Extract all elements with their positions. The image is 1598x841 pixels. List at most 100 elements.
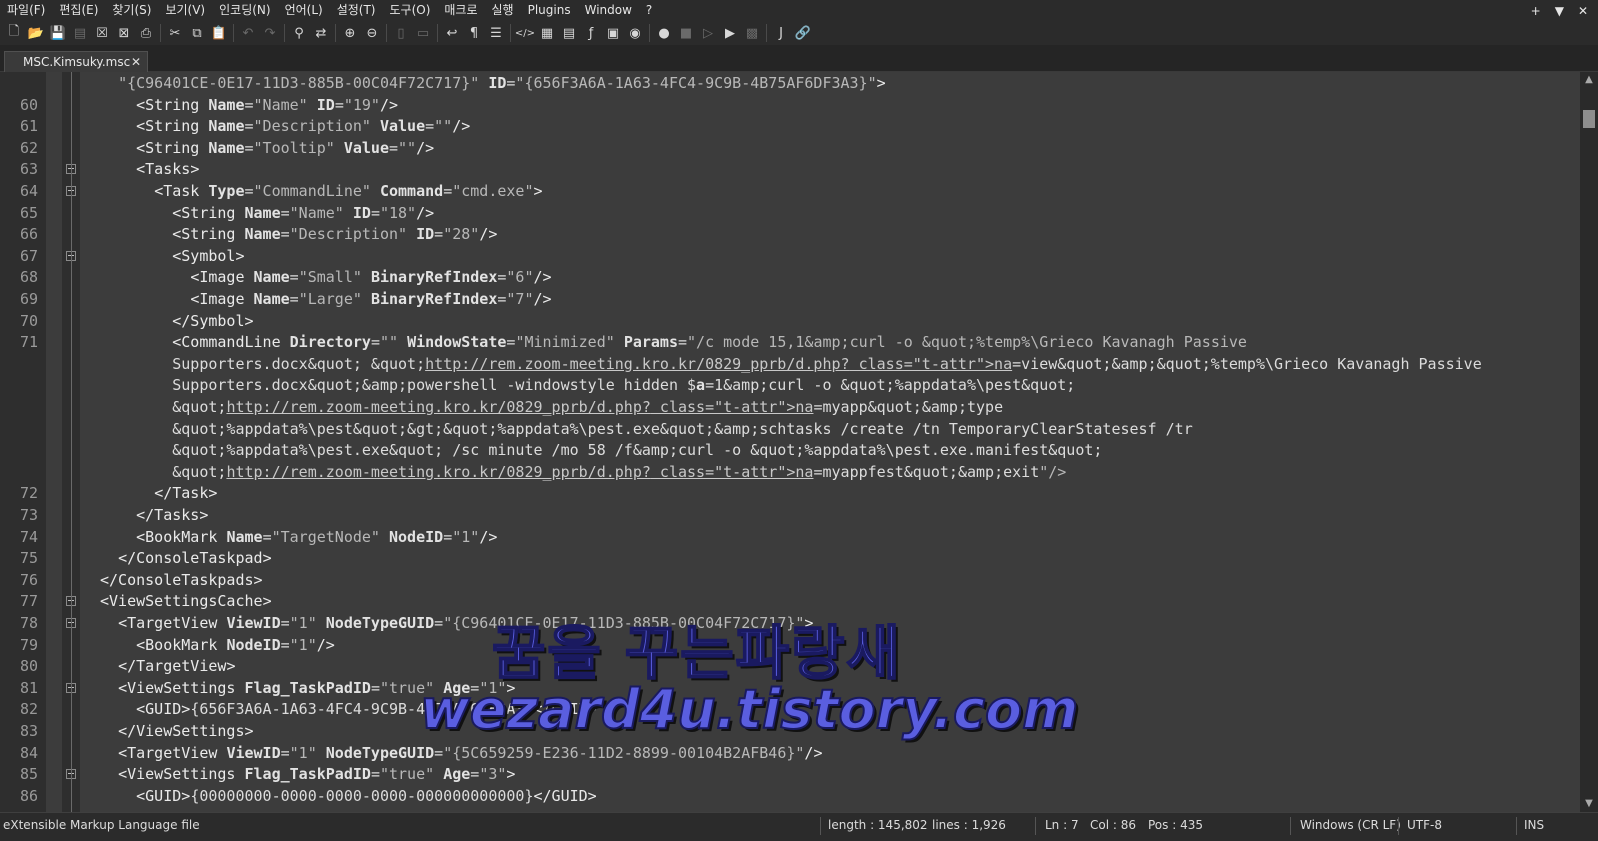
line-number: 60 <box>19 95 38 114</box>
toolbar-separator <box>510 24 511 42</box>
code-line[interactable]: &quot;http://rem.zoom-meeting.kro.kr/082… <box>0 396 1580 418</box>
paste-icon[interactable]: 📋 <box>208 22 230 44</box>
code-line[interactable]: 63 <Tasks> <box>0 158 1580 180</box>
code-line[interactable]: 69 <Image Name="Large" BinaryRefIndex="7… <box>0 288 1580 310</box>
code-line[interactable]: 61 <String Name="Description" Value=""/> <box>0 115 1580 137</box>
menu-item[interactable]: Plugins <box>521 0 578 21</box>
sync-horizontal-icon[interactable]: ▭ <box>412 22 434 44</box>
code-line[interactable]: 75 </ConsoleTaskpad> <box>0 547 1580 569</box>
tab-msc-kimsuky[interactable]: MSC.Kimsuky.msc ✕ <box>4 51 148 72</box>
code-line[interactable]: 71 <CommandLine Directory="" WindowState… <box>0 331 1580 353</box>
xml-tag-icon[interactable]: </> <box>514 22 536 44</box>
status-divider <box>820 817 821 835</box>
redo-icon[interactable]: ↷ <box>259 22 281 44</box>
link-icon[interactable]: 🔗 <box>792 22 814 44</box>
code-line[interactable]: 74 <BookMark Name="TargetNode" NodeID="1… <box>0 526 1580 548</box>
sync-vertical-icon[interactable]: ▯ <box>390 22 412 44</box>
code-line[interactable]: &quot;%appdata%\pest.exe&quot; /sc minut… <box>0 439 1580 461</box>
save-macro-icon[interactable]: ▩ <box>741 22 763 44</box>
menu-item[interactable]: 매크로 <box>437 0 484 21</box>
code-line[interactable]: 68 <Image Name="Small" BinaryRefIndex="6… <box>0 266 1580 288</box>
monitoring-icon[interactable]: ◉ <box>624 22 646 44</box>
add-tab-icon[interactable]: + <box>1531 4 1541 18</box>
code-line[interactable]: 62 <String Name="Tooltip" Value=""/> <box>0 137 1580 159</box>
run-macro-multiple-icon[interactable]: ▶ <box>719 22 741 44</box>
code-line[interactable]: 82 <GUID>{656F3A6A-1A63-4FC4-9C9B-4B75AF… <box>0 698 1580 720</box>
tab-close-icon[interactable]: ✕ <box>131 55 141 69</box>
copy-icon[interactable]: ⧉ <box>186 22 208 44</box>
folder-as-workspace-icon[interactable]: ▣ <box>602 22 624 44</box>
code-line[interactable]: 83 </ViewSettings> <box>0 720 1580 742</box>
show-all-chars-icon[interactable]: ¶ <box>463 22 485 44</box>
close-window-icon[interactable]: ✕ <box>1578 4 1588 18</box>
status-eol[interactable]: Windows (CR LF) <box>1300 813 1401 841</box>
code-line[interactable]: 85 <ViewSettings Flag_TaskPadID="true" A… <box>0 763 1580 785</box>
find-icon[interactable]: ⚲ <box>288 22 310 44</box>
print-icon[interactable]: ⎙ <box>135 22 157 44</box>
stop-record-icon[interactable]: ■ <box>675 22 697 44</box>
code-line[interactable]: 81 <ViewSettings Flag_TaskPadID="true" A… <box>0 677 1580 699</box>
save-icon[interactable]: 💾 <box>47 22 69 44</box>
code-line[interactable]: 78 <TargetView ViewID="1" NodeTypeGUID="… <box>0 612 1580 634</box>
scrollbar-thumb[interactable] <box>1583 110 1595 128</box>
code-line[interactable]: 72 </Task> <box>0 482 1580 504</box>
status-insert-mode[interactable]: INS <box>1524 813 1544 841</box>
code-line[interactable]: Supporters.docx&quot;&amp;powershell -wi… <box>0 374 1580 396</box>
replace-icon[interactable]: ⇄ <box>310 22 332 44</box>
code-line[interactable]: 65 <String Name="Name" ID="18"/> <box>0 202 1580 224</box>
menu-item[interactable]: 보기(V) <box>158 0 212 21</box>
menu-item[interactable]: ? <box>639 0 659 21</box>
vertical-scrollbar[interactable]: ▲ ▼ <box>1580 72 1598 812</box>
play-macro-icon[interactable]: ▷ <box>697 22 719 44</box>
menu-item[interactable]: 인코딩(N) <box>212 0 277 21</box>
scroll-down-icon[interactable]: ▼ <box>1580 796 1598 812</box>
status-encoding[interactable]: UTF-8 <box>1407 813 1442 841</box>
menu-item[interactable]: 언어(L) <box>278 0 330 21</box>
undo-icon[interactable]: ↶ <box>237 22 259 44</box>
code-line[interactable]: 76 </ConsoleTaskpads> <box>0 569 1580 591</box>
scroll-up-icon[interactable]: ▲ <box>1580 72 1598 88</box>
function-list-icon[interactable]: ƒ <box>580 22 602 44</box>
code-line[interactable]: 64 <Task Type="CommandLine" Command="cmd… <box>0 180 1580 202</box>
menu-item[interactable]: Window <box>578 0 639 21</box>
menu-item[interactable]: 도구(O) <box>383 0 438 21</box>
code-line[interactable]: "{C96401CE-0E17-11D3-885B-00C04F72C717}"… <box>0 72 1580 94</box>
editor[interactable]: "{C96401CE-0E17-11D3-885B-00C04F72C717}"… <box>0 72 1598 812</box>
code-line[interactable]: 67 <Symbol> <box>0 245 1580 267</box>
cut-icon[interactable]: ✂ <box>164 22 186 44</box>
menu-item[interactable]: 편집(E) <box>52 0 105 21</box>
zoom-out-icon[interactable]: ⊖ <box>361 22 383 44</box>
code-line[interactable]: 60 <String Name="Name" ID="19"/> <box>0 94 1580 116</box>
code-line[interactable]: 77 <ViewSettingsCache> <box>0 590 1580 612</box>
indent-guide-icon[interactable]: ☰ <box>485 22 507 44</box>
menu-item[interactable]: 실행 <box>485 0 521 21</box>
code-line[interactable]: Supporters.docx&quot; &quot;http://rem.z… <box>0 353 1580 375</box>
menu-item[interactable]: 파일(F) <box>0 0 52 21</box>
menu-item[interactable]: 찾기(S) <box>105 0 158 21</box>
record-macro-icon[interactable]: ● <box>653 22 675 44</box>
close-all-icon[interactable]: ⊠ <box>113 22 135 44</box>
doc-list-icon[interactable]: ▤ <box>558 22 580 44</box>
close-icon[interactable]: ☒ <box>91 22 113 44</box>
code-line[interactable]: 80 </TargetView> <box>0 655 1580 677</box>
open-folder-icon[interactable]: 📂 <box>25 22 47 44</box>
code-line[interactable]: 84 <TargetView ViewID="1" NodeTypeGUID="… <box>0 742 1580 764</box>
line-number: 74 <box>19 527 38 546</box>
code-line[interactable]: 66 <String Name="Description" ID="28"/> <box>0 223 1580 245</box>
code-line[interactable]: 86 <GUID>{00000000-0000-0000-0000-000000… <box>0 785 1580 807</box>
code-text: <String Name="Name" ID="19"/> <box>136 95 399 114</box>
code-line[interactable]: &quot;http://rem.zoom-meeting.kro.kr/082… <box>0 461 1580 483</box>
save-all-icon[interactable]: ▤ <box>69 22 91 44</box>
code-text: <ViewSettingsCache> <box>100 592 272 611</box>
code-line[interactable]: 79 <BookMark NodeID="1"/> <box>0 634 1580 656</box>
code-line[interactable]: 70 </Symbol> <box>0 310 1580 332</box>
code-line[interactable]: 73 </Tasks> <box>0 504 1580 526</box>
json-viewer-icon[interactable]: J <box>770 22 792 44</box>
new-file-icon[interactable]: 🗋 <box>3 22 25 44</box>
zoom-in-icon[interactable]: ⊕ <box>339 22 361 44</box>
document-map-icon[interactable]: ▦ <box>536 22 558 44</box>
tab-list-icon[interactable]: ▼ <box>1555 4 1564 18</box>
menu-item[interactable]: 설정(T) <box>330 0 383 21</box>
code-line[interactable]: &quot;%appdata%\pest&quot;&gt;&quot;%app… <box>0 418 1580 440</box>
word-wrap-icon[interactable]: ↩ <box>441 22 463 44</box>
